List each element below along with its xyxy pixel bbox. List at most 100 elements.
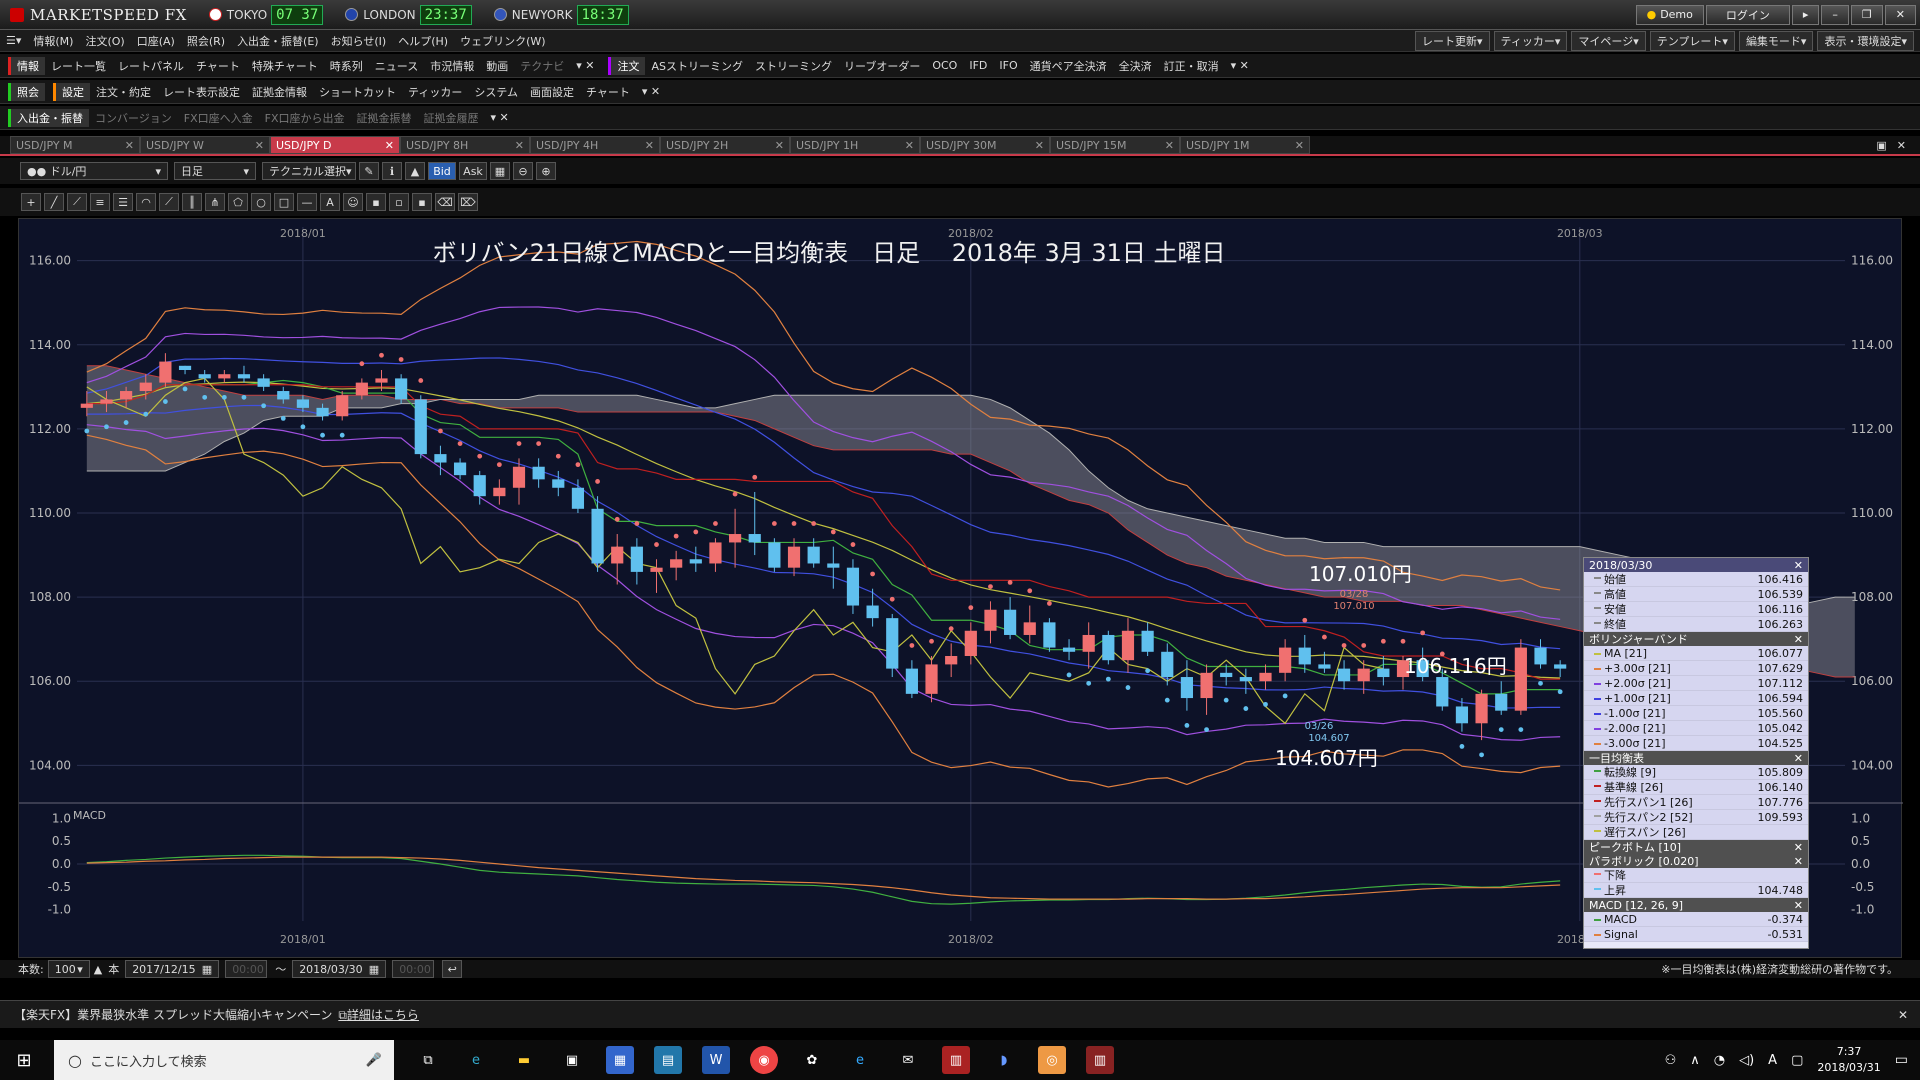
tb-as-streaming[interactable]: ASストリーミング: [645, 58, 749, 74]
close-icon[interactable]: ✕: [645, 139, 654, 152]
network-icon[interactable]: ◔: [1714, 1053, 1725, 1068]
tb-rate-display[interactable]: レート表示設定: [157, 84, 246, 100]
store-icon[interactable]: ▣: [558, 1046, 586, 1074]
app3-icon[interactable]: ✿: [798, 1046, 826, 1074]
tab-usdjpy-w[interactable]: USD/JPY W ✕: [140, 136, 270, 154]
close-icon[interactable]: ✕: [255, 139, 264, 152]
template-menu[interactable]: テンプレート▾: [1649, 30, 1735, 51]
tb-fx-deposit[interactable]: FX口座へ入金: [178, 110, 259, 126]
menu-order[interactable]: 注文(O): [85, 33, 124, 49]
close-chart-icon[interactable]: ✕: [1897, 139, 1906, 152]
display-settings-menu[interactable]: 表示・環境設定▾: [1817, 30, 1914, 51]
close-icon[interactable]: ✕: [385, 139, 394, 152]
edit-mode-menu[interactable]: 編集モード▾: [1738, 30, 1814, 51]
tb-more-icon-3[interactable]: ▾ ✕: [636, 85, 666, 98]
text-icon[interactable]: A: [320, 193, 340, 211]
menu-weblink[interactable]: ウェブリンク(W): [460, 33, 545, 49]
tb-video[interactable]: 動画: [480, 58, 514, 74]
to-time-field[interactable]: 00:00: [392, 960, 435, 978]
apply-range-icon[interactable]: ↩: [442, 960, 463, 978]
tb-chart[interactable]: チャート: [190, 58, 246, 74]
tb-ifd[interactable]: IFD: [963, 59, 993, 72]
eraser-icon[interactable]: ⌫: [435, 193, 455, 211]
pen-icon[interactable]: ✎: [359, 162, 379, 180]
app5-icon[interactable]: ◎: [1038, 1046, 1066, 1074]
tb-margin-history[interactable]: 証拠金履歴: [418, 110, 485, 126]
tab-usdjpy-1h[interactable]: USD/JPY 1H ✕: [790, 136, 920, 154]
close-news-icon[interactable]: ✕: [1898, 1008, 1908, 1022]
bid-button[interactable]: Bid: [428, 162, 456, 180]
close-icon[interactable]: ✕: [905, 139, 914, 152]
tb-more-icon[interactable]: ▾ ✕: [570, 59, 600, 72]
zoom-out-icon[interactable]: ⊖: [513, 162, 533, 180]
tb-rate-list[interactable]: レート一覧: [45, 58, 112, 74]
tab-usdjpy-1m[interactable]: USD/JPY 1M ✕: [1180, 136, 1310, 154]
icon-stamp-icon[interactable]: ☺: [343, 193, 363, 211]
close-icon[interactable]: ✕: [1794, 855, 1803, 868]
tb-screen-settings[interactable]: 画面設定: [524, 84, 580, 100]
copy-icon[interactable]: ▪: [366, 193, 386, 211]
chart-type-icon[interactable]: ▦: [490, 162, 510, 180]
login-button[interactable]: ログイン: [1705, 4, 1790, 25]
channel-icon[interactable]: ☰: [113, 193, 133, 211]
zoom-in-icon[interactable]: ⊕: [536, 162, 556, 180]
tab-usdjpy-2h[interactable]: USD/JPY 2H ✕: [660, 136, 790, 154]
mail-icon[interactable]: ✉: [894, 1046, 922, 1074]
tab-usdjpy-30m[interactable]: USD/JPY 30M ✕: [920, 136, 1050, 154]
marketspeed-icon[interactable]: ▥: [942, 1046, 970, 1074]
demo-button[interactable]: ● Demo: [1635, 4, 1704, 25]
rectangle-icon[interactable]: □: [274, 193, 294, 211]
area-chart-icon[interactable]: ▲: [405, 162, 425, 180]
tab-usdjpy-8h[interactable]: USD/JPY 8H ✕: [400, 136, 530, 154]
horizontal-line-icon[interactable]: ≡: [90, 193, 110, 211]
crosshair-icon[interactable]: +: [21, 193, 41, 211]
people-icon[interactable]: ⚇: [1665, 1053, 1677, 1068]
tb-more-icon-2[interactable]: ▾ ✕: [1225, 59, 1255, 72]
period-select[interactable]: 日足 ▾: [174, 162, 256, 180]
ime-icon[interactable]: ▢: [1791, 1053, 1803, 1068]
menu-icon[interactable]: ☰▾: [6, 34, 21, 47]
task-view-icon[interactable]: ⧉: [414, 1046, 442, 1074]
explorer-icon[interactable]: ▬: [510, 1046, 538, 1074]
to-date-field[interactable]: 2018/03/30 ▦: [292, 960, 387, 978]
tb-margin-transfer[interactable]: 証拠金振替: [351, 110, 418, 126]
menu-account[interactable]: 口座(A): [137, 33, 175, 49]
details-link[interactable]: ⧉詳細はこちら: [338, 1006, 419, 1023]
tb-pair-settle[interactable]: 通貨ペア全決済: [1024, 58, 1113, 74]
close-icon[interactable]: ✕: [1295, 139, 1304, 152]
from-date-field[interactable]: 2017/12/15 ▦: [125, 960, 220, 978]
ime-indicator[interactable]: A: [1768, 1053, 1777, 1068]
count-up-icon[interactable]: ▲: [94, 963, 102, 976]
close-icon[interactable]: ✕: [1794, 559, 1803, 572]
menu-inquiry[interactable]: 照会(R): [187, 33, 225, 49]
count-select[interactable]: 100 ▾: [47, 960, 90, 978]
chevron-up-icon[interactable]: ∧: [1690, 1053, 1700, 1068]
close-icon[interactable]: ✕: [775, 139, 784, 152]
tab-usdjpy-4h[interactable]: USD/JPY 4H ✕: [530, 136, 660, 154]
close-icon[interactable]: ✕: [1165, 139, 1174, 152]
tb-timeseries[interactable]: 時系列: [324, 58, 369, 74]
app2-icon[interactable]: ▤: [654, 1046, 682, 1074]
word-icon[interactable]: W: [702, 1046, 730, 1074]
delete-icon[interactable]: ▪: [412, 193, 432, 211]
app-icon[interactable]: ▦: [606, 1046, 634, 1074]
tb-technavi[interactable]: テクナビ: [514, 58, 570, 74]
tab-usdjpy-d[interactable]: USD/JPY D ✕: [270, 136, 400, 154]
restore-button[interactable]: ❐: [1850, 4, 1883, 25]
ask-button[interactable]: Ask: [459, 162, 487, 180]
menu-notice[interactable]: お知らせ(I): [331, 33, 387, 49]
taskbar-search[interactable]: ○ ここに入力して検索 🎤: [54, 1040, 394, 1080]
menu-deposit[interactable]: 入出金・振替(E): [237, 33, 319, 49]
tb-more-icon-4[interactable]: ▾ ✕: [485, 111, 515, 124]
vertical-lines-icon[interactable]: ║: [182, 193, 202, 211]
windows-start-icon[interactable]: ⊞: [0, 1040, 48, 1080]
circle-icon[interactable]: ○: [251, 193, 271, 211]
technical-select[interactable]: テクニカル選択 ▾: [262, 162, 356, 180]
tb-leave-order[interactable]: リーブオーダー: [838, 58, 926, 74]
ray-icon[interactable]: ⟋: [67, 193, 87, 211]
tb-rate-panel[interactable]: レートパネル: [112, 58, 190, 74]
close-icon[interactable]: ✕: [515, 139, 524, 152]
pentagon-icon[interactable]: ⬠: [228, 193, 248, 211]
notification-icon[interactable]: ▭: [1895, 1052, 1908, 1068]
trendline-icon[interactable]: ╱: [44, 193, 64, 211]
